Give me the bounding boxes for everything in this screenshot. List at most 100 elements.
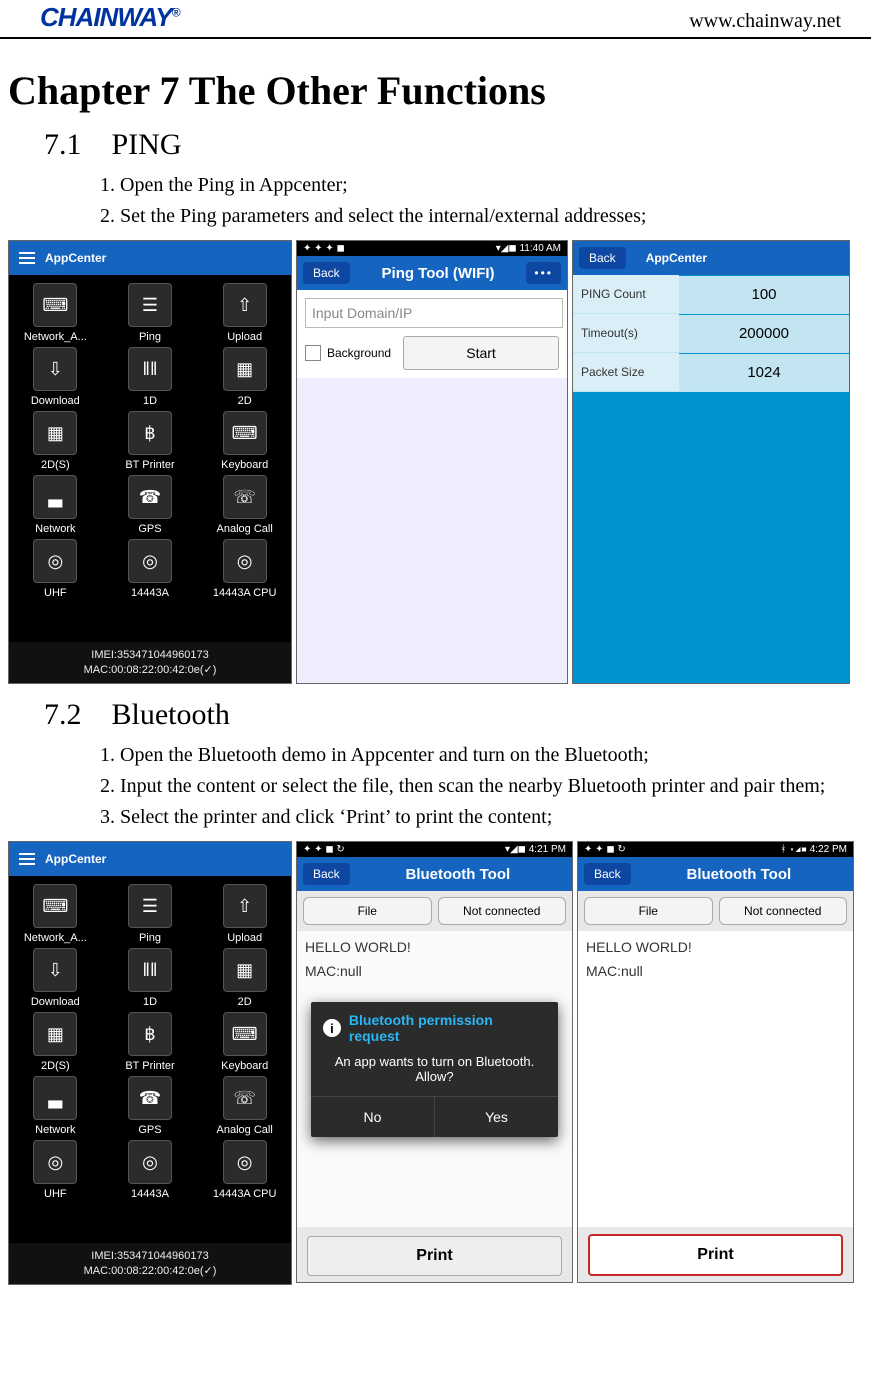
app-icon: ฿ xyxy=(128,411,172,455)
app-item[interactable]: ▦2D(S) xyxy=(11,1012,100,1072)
app-item[interactable]: ☏ Analog Call xyxy=(200,1076,289,1136)
app-item[interactable]: ◎14443A xyxy=(106,539,195,599)
back-button[interactable]: Back xyxy=(579,247,626,269)
appcenter-title: AppCenter xyxy=(45,251,106,265)
app-item[interactable]: ⇩Download xyxy=(11,347,100,407)
app-icon: ☎ xyxy=(128,1076,172,1120)
app-item[interactable]: ◎14443A CPU xyxy=(200,539,289,599)
step: Open the Ping in Appcenter; xyxy=(120,170,871,201)
app-icon: ⇩ xyxy=(33,948,77,992)
app-item[interactable]: ☰Ping xyxy=(106,283,195,343)
file-button[interactable]: File xyxy=(303,897,432,925)
app-item[interactable]: ▃ Network xyxy=(11,475,100,535)
app-label: 2D(S) xyxy=(11,1060,100,1072)
app-item[interactable]: ⌨Keyboard xyxy=(200,411,289,471)
no-button[interactable]: No xyxy=(311,1097,435,1137)
file-button[interactable]: File xyxy=(584,897,713,925)
back-button[interactable]: Back xyxy=(303,863,350,885)
status-button[interactable]: Not connected xyxy=(719,897,848,925)
section-71-steps: Open the Ping in Appcenter; Set the Ping… xyxy=(90,170,871,232)
settings-row: PING Count100 xyxy=(573,275,849,314)
app-item[interactable]: ▦ 2D(S) xyxy=(11,411,100,471)
imei: IMEI:353471044960173 xyxy=(9,648,291,662)
app-label: 2D xyxy=(200,996,289,1008)
menu-icon[interactable] xyxy=(19,249,35,267)
settings-value[interactable]: 100 xyxy=(679,276,849,313)
app-label: Ping xyxy=(106,331,195,343)
imei: IMEI:353471044960173 xyxy=(9,1249,291,1263)
settings-label: PING Count xyxy=(573,275,679,313)
app-item[interactable]: ☎GPS xyxy=(106,1076,195,1136)
app-icon: ◎ xyxy=(128,1140,172,1184)
app-item[interactable]: ⇩Download xyxy=(11,948,100,1008)
app-item[interactable]: ‖‖1D xyxy=(106,948,195,1008)
app-icon: ⇧ xyxy=(223,283,267,327)
app-label: Analog Call xyxy=(200,1124,289,1136)
app-item[interactable]: ◎14443A CPU xyxy=(200,1140,289,1200)
print-button[interactable]: Print xyxy=(307,1236,562,1276)
app-item[interactable]: ☎GPS xyxy=(106,475,195,535)
app-item[interactable]: ⇧Upload xyxy=(200,884,289,944)
app-label: 1D xyxy=(106,395,195,407)
app-item[interactable]: ◎UHF xyxy=(11,539,100,599)
app-icon: ⇩ xyxy=(33,347,77,391)
menu-icon[interactable] xyxy=(19,850,35,868)
app-item[interactable]: ◎UHF xyxy=(11,1140,100,1200)
app-label: BT Printer xyxy=(106,1060,195,1072)
app-item[interactable]: ⌨Keyboard xyxy=(200,1012,289,1072)
back-button[interactable]: Back xyxy=(303,262,350,284)
app-item[interactable]: ฿BT Printer xyxy=(106,1012,195,1072)
app-icon: ▦ xyxy=(223,347,267,391)
step: Open the Bluetooth demo in Appcenter and… xyxy=(120,740,871,771)
app-item[interactable]: ⇧ Upload xyxy=(200,283,289,343)
app-icon: ☏ xyxy=(223,1076,267,1120)
app-icon: ‖‖ xyxy=(128,347,172,391)
app-item[interactable]: ▃ Network xyxy=(11,1076,100,1136)
app-item[interactable]: ฿BT Printer xyxy=(106,411,195,471)
app-label: Network_A... xyxy=(11,331,100,343)
yes-button[interactable]: Yes xyxy=(435,1097,558,1137)
app-icon: ▃ xyxy=(33,475,77,519)
app-icon: ◎ xyxy=(33,539,77,583)
step: Set the Ping parameters and select the i… xyxy=(120,201,871,232)
dialog-message: An app wants to turn on Bluetooth. Allow… xyxy=(311,1048,558,1096)
app-item[interactable]: ▦2D xyxy=(200,948,289,1008)
app-icon: ⌨ xyxy=(33,884,77,928)
app-icon: ◎ xyxy=(223,1140,267,1184)
status-button[interactable]: Not connected xyxy=(438,897,567,925)
appcenter-title: AppCenter xyxy=(45,852,106,866)
app-label: Analog Call xyxy=(200,523,289,535)
bt-title: Bluetooth Tool xyxy=(405,866,510,883)
print-button[interactable]: Print xyxy=(588,1234,843,1276)
app-icon: ▦ xyxy=(33,411,77,455)
app-label: 14443A xyxy=(106,587,195,599)
app-item[interactable]: ⌨Network_A... xyxy=(11,283,100,343)
app-item[interactable]: ‖‖ 1D xyxy=(106,347,195,407)
ip-input[interactable]: Input Domain/IP xyxy=(305,298,563,328)
app-item[interactable]: ☰Ping xyxy=(106,884,195,944)
app-icon: ▃ xyxy=(33,1076,77,1120)
settings-value[interactable]: 1024 xyxy=(679,354,849,391)
app-item[interactable]: ☏ Analog Call xyxy=(200,475,289,535)
app-label: Network xyxy=(11,1124,100,1136)
screenshot-ping-settings: Back AppCenter PING Count100Timeout(s)20… xyxy=(572,240,850,684)
permission-dialog: iBluetooth permission request An app wan… xyxy=(311,1002,558,1137)
section-72-steps: Open the Bluetooth demo in Appcenter and… xyxy=(90,740,871,833)
app-item[interactable]: ⌨Network_A... xyxy=(11,884,100,944)
settings-value[interactable]: 200000 xyxy=(679,315,849,352)
bt-mac: MAC:null xyxy=(586,963,845,979)
app-icon: ☏ xyxy=(223,475,267,519)
app-item[interactable]: ▦2D xyxy=(200,347,289,407)
screenshot-ping-tool: ✦ ✦ ✦ ◼▾◢◼ 11:40 AM Back Ping Tool (WIFI… xyxy=(296,240,568,684)
start-button[interactable]: Start xyxy=(403,336,559,370)
app-label: Upload xyxy=(200,331,289,343)
mac: MAC:00:08:22:00:42:0e(✓) xyxy=(9,663,291,677)
back-button[interactable]: Back xyxy=(584,863,631,885)
app-label: Keyboard xyxy=(200,459,289,471)
app-icon: ‖‖ xyxy=(128,948,172,992)
app-label: 2D(S) xyxy=(11,459,100,471)
background-checkbox[interactable] xyxy=(305,345,321,361)
app-label: Network xyxy=(11,523,100,535)
app-item[interactable]: ◎14443A xyxy=(106,1140,195,1200)
more-button[interactable]: ••• xyxy=(526,262,561,284)
